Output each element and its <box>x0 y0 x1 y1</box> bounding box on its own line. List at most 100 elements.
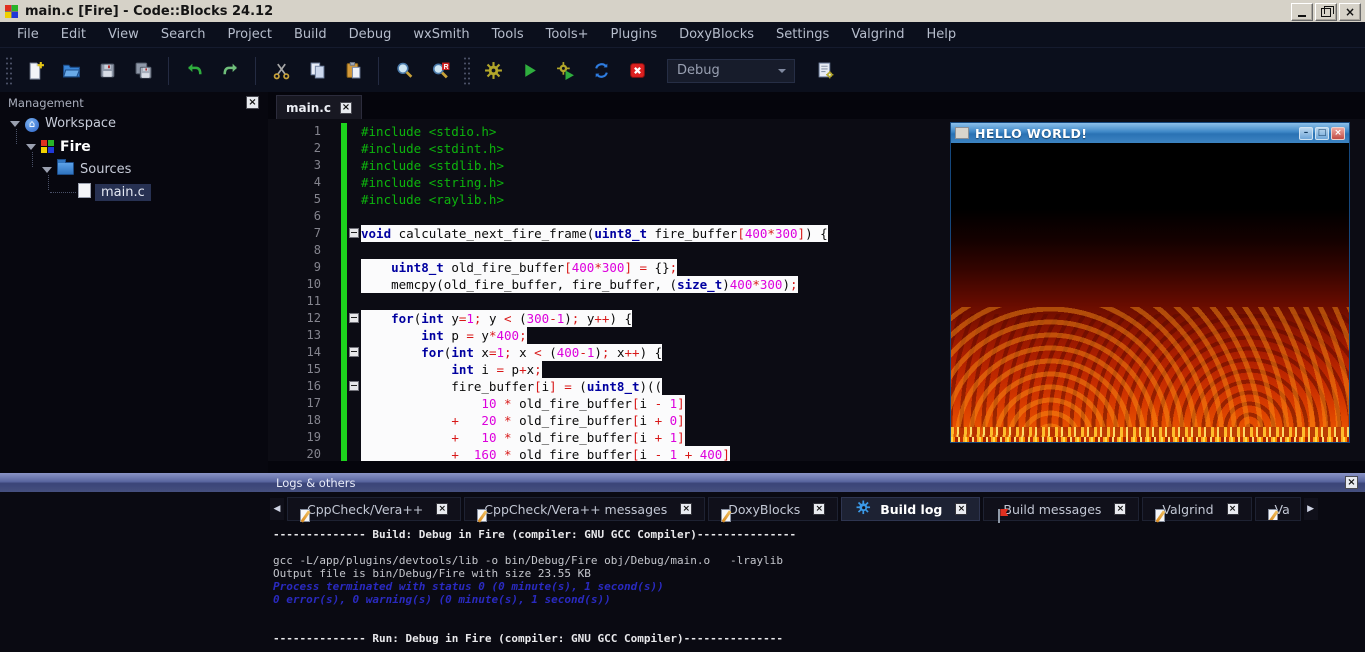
code-line[interactable]: for(int x=1; x < (400-1); x++) { <box>361 344 828 361</box>
open-button[interactable] <box>58 58 84 84</box>
fold-toggle-icon[interactable] <box>349 228 359 238</box>
code-line[interactable] <box>361 208 828 225</box>
menu-item-build[interactable]: Build <box>283 27 338 42</box>
hello-close-button[interactable]: × <box>1331 127 1345 140</box>
logs-close-button[interactable]: × <box>1345 476 1358 489</box>
code-line[interactable]: int i = p+x; <box>361 361 828 378</box>
tree-expander-icon[interactable] <box>26 144 36 155</box>
new-file-button[interactable] <box>22 58 48 84</box>
code-line[interactable]: int p = y*400; <box>361 327 828 344</box>
replace-button[interactable]: R <box>427 58 453 84</box>
tab-close-button[interactable]: × <box>1114 503 1126 515</box>
code-line[interactable]: uint8_t old_fire_buffer[400*300] = {}; <box>361 259 828 276</box>
code-line[interactable]: #include <string.h> <box>361 174 828 191</box>
code-line[interactable]: fire_buffer[i] = (uint8_t)(( <box>361 378 828 395</box>
save-button[interactable] <box>94 58 120 84</box>
management-close-button[interactable]: × <box>246 96 259 109</box>
menu-item-wxsmith[interactable]: wxSmith <box>402 27 480 42</box>
rebuild-button[interactable] <box>588 58 614 84</box>
sidebar-item-main-c[interactable]: main.c <box>0 181 268 204</box>
find-button[interactable] <box>391 58 417 84</box>
home-icon: ⌂ <box>25 116 39 132</box>
code-text: fire_buffer[i] = (uint8_t)(( <box>361 378 662 395</box>
code-line[interactable]: + 20 * old_fire_buffer[i + 0] <box>361 412 828 429</box>
menu-item-plugins[interactable]: Plugins <box>600 27 669 42</box>
tab-close-button[interactable]: × <box>813 503 825 515</box>
fold-toggle-icon[interactable] <box>349 381 359 391</box>
copy-button[interactable] <box>304 58 330 84</box>
toolbar-grip[interactable] <box>5 56 12 86</box>
menu-item-tools[interactable]: Tools+ <box>535 27 600 42</box>
logs-tab-va[interactable]: Va <box>1255 497 1301 521</box>
logs-tab-valgrind[interactable]: Valgrind× <box>1142 497 1251 521</box>
editor-tab-close-button[interactable]: × <box>340 102 352 114</box>
title-bar: main.c [Fire] - Code::Blocks 24.12 × <box>0 0 1365 22</box>
tab-close-button[interactable]: × <box>436 503 448 515</box>
sidebar-item-fire[interactable]: Fire <box>0 135 268 158</box>
code-line[interactable]: memcpy(old_fire_buffer, fire_buffer, (si… <box>361 276 828 293</box>
tree-expander-icon[interactable] <box>10 121 20 132</box>
logs-tab-doxyblocks[interactable]: DoxyBlocks× <box>708 497 838 521</box>
code-text: for(int x=1; x < (400-1); x++) { <box>361 344 662 361</box>
menu-item-valgrind[interactable]: Valgrind <box>840 27 915 42</box>
editor-tab-main-c[interactable]: main.c × <box>276 95 362 119</box>
build-target-select[interactable]: Debug <box>667 59 795 83</box>
close-button[interactable]: × <box>1339 3 1361 21</box>
build-button[interactable] <box>480 58 506 84</box>
logs-tab-cppcheck-vera-messages[interactable]: CppCheck/Vera++ messages× <box>464 497 705 521</box>
fold-toggle-icon[interactable] <box>349 313 359 323</box>
tab-close-button[interactable]: × <box>955 503 967 515</box>
sidebar-item-sources[interactable]: Sources <box>0 158 268 181</box>
code-line[interactable]: #include <raylib.h> <box>361 191 828 208</box>
abort-button[interactable] <box>624 58 650 84</box>
minimize-button[interactable] <box>1291 3 1313 21</box>
menu-item-file[interactable]: File <box>6 27 50 42</box>
restore-button[interactable] <box>1315 3 1337 21</box>
tab-close-button[interactable]: × <box>680 503 692 515</box>
code-line[interactable] <box>361 242 828 259</box>
hello-maximize-button[interactable]: □ <box>1315 127 1329 140</box>
code-line[interactable]: #include <stdlib.h> <box>361 157 828 174</box>
menu-item-doxyblocks[interactable]: DoxyBlocks <box>668 27 765 42</box>
hello-title-bar[interactable]: HELLO WORLD! – □ × <box>951 123 1349 143</box>
cut-button[interactable] <box>268 58 294 84</box>
tabs-scroll-left-button[interactable]: ◀ <box>270 498 284 520</box>
gutter-line-number: 11 <box>268 293 325 310</box>
show-build-log-button[interactable] <box>812 58 838 84</box>
close-icon: × <box>1345 6 1355 19</box>
toolbar-grip[interactable] <box>463 56 470 86</box>
menu-item-settings[interactable]: Settings <box>765 27 840 42</box>
editor-code[interactable]: #include <stdio.h>#include <stdint.h>#in… <box>361 123 828 461</box>
run-button[interactable] <box>516 58 542 84</box>
fold-toggle-icon[interactable] <box>349 347 359 357</box>
redo-button[interactable] <box>217 58 243 84</box>
build-and-run-button[interactable] <box>552 58 578 84</box>
logs-tab-cppcheck-vera[interactable]: CppCheck/Vera++× <box>287 497 461 521</box>
menu-item-search[interactable]: Search <box>150 27 217 42</box>
menu-item-help[interactable]: Help <box>916 27 968 42</box>
logs-tab-build-log[interactable]: Build log× <box>841 497 980 521</box>
code-line[interactable]: #include <stdio.h> <box>361 123 828 140</box>
menu-item-project[interactable]: Project <box>216 27 282 42</box>
tab-close-button[interactable]: × <box>1227 503 1239 515</box>
code-line[interactable] <box>361 293 828 310</box>
hello-minimize-button[interactable]: – <box>1299 127 1313 140</box>
code-line[interactable]: 10 * old_fire_buffer[i - 1] <box>361 395 828 412</box>
logs-tab-build-messages[interactable]: Build messages× <box>983 497 1139 521</box>
menu-item-debug[interactable]: Debug <box>338 27 403 42</box>
menu-item-tools[interactable]: Tools <box>481 27 535 42</box>
code-line[interactable]: + 10 * old_fire_buffer[i + 1] <box>361 429 828 446</box>
tree-expander-icon[interactable] <box>42 167 52 178</box>
code-line[interactable]: void calculate_next_fire_frame(uint8_t f… <box>361 225 828 242</box>
paste-button[interactable] <box>340 58 366 84</box>
save-all-button[interactable] <box>130 58 156 84</box>
undo-button[interactable] <box>181 58 207 84</box>
sidebar-item-workspace[interactable]: ⌂Workspace <box>0 112 268 135</box>
menu-item-view[interactable]: View <box>97 27 150 42</box>
code-line[interactable]: #include <stdint.h> <box>361 140 828 157</box>
menu-item-edit[interactable]: Edit <box>50 27 97 42</box>
tabs-scroll-right-button[interactable]: ▶ <box>1304 498 1318 520</box>
code-line[interactable]: + 160 * old_fire_buffer[i - 1 + 400] <box>361 446 828 461</box>
editor-gutter[interactable]: 1234567891011121314151617181920 <box>268 123 325 461</box>
code-line[interactable]: for(int y=1; y < (300-1); y++) { <box>361 310 828 327</box>
